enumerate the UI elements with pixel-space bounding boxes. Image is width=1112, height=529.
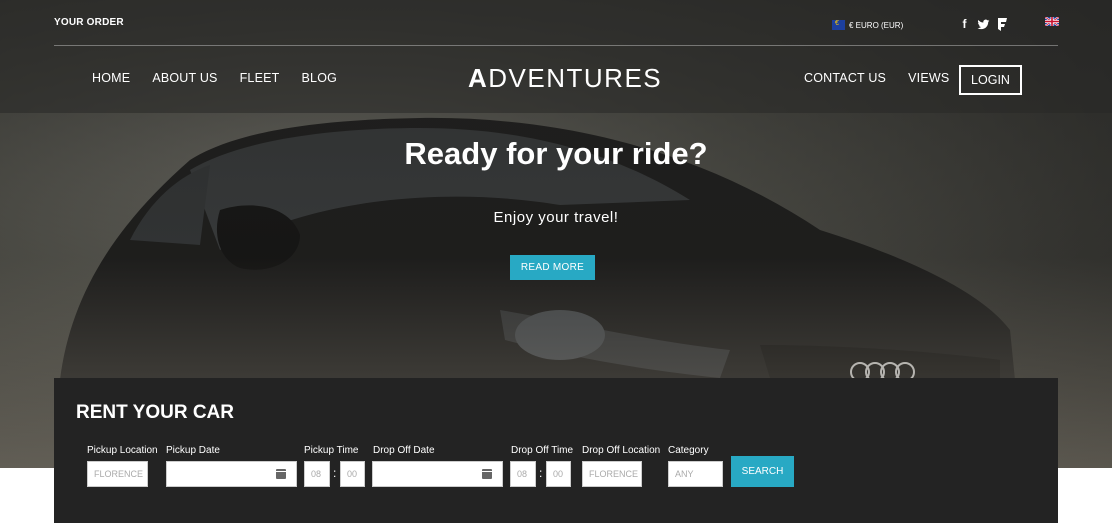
header-divider xyxy=(54,45,1058,46)
currency-label: € EURO (EUR) xyxy=(849,20,904,30)
nav-home[interactable]: HOME xyxy=(92,71,130,85)
currency-selector[interactable]: € EURO (EUR) xyxy=(832,20,903,30)
rent-title: RENT YOUR CAR xyxy=(76,402,234,423)
nav-contact-us[interactable]: CONTACT US xyxy=(804,71,886,85)
calendar-icon[interactable] xyxy=(482,469,492,479)
dropoff-date-label: Drop Off Date xyxy=(373,445,435,456)
foursquare-icon[interactable] xyxy=(996,18,1009,31)
uk-flag-icon[interactable] xyxy=(1045,17,1059,26)
category-label: Category xyxy=(668,445,709,456)
site-logo[interactable]: ADVENTURES xyxy=(468,63,662,94)
pickup-location-label: Pickup Location xyxy=(87,445,158,456)
hero-subline: Enjoy your travel! xyxy=(493,209,619,226)
main-nav-right: CONTACT US VIEWS xyxy=(804,71,949,85)
social-links: f xyxy=(958,18,1009,31)
rent-car-panel: RENT YOUR CAR Pickup Location FLORENCE P… xyxy=(54,378,1058,523)
search-button[interactable]: SEARCH xyxy=(731,456,794,487)
dropoff-date-input[interactable] xyxy=(372,461,503,487)
pickup-time-label: Pickup Time xyxy=(304,445,359,456)
nav-blog[interactable]: BLOG xyxy=(302,71,338,85)
hero-headline: Ready for your ride? xyxy=(404,136,708,171)
nav-fleet[interactable]: FLEET xyxy=(240,71,280,85)
login-button[interactable]: LOGIN xyxy=(959,65,1022,95)
read-more-button[interactable]: READ MORE xyxy=(510,255,595,280)
dropoff-time-label: Drop Off Time xyxy=(511,445,574,456)
pickup-location-input[interactable]: FLORENCE xyxy=(87,461,148,487)
dropoff-hour-select[interactable]: 08 xyxy=(510,461,536,487)
logo-initial: A xyxy=(468,63,489,93)
dropoff-minute-select[interactable]: 00 xyxy=(546,461,571,487)
category-select[interactable]: ANY xyxy=(668,461,723,487)
facebook-icon[interactable]: f xyxy=(958,18,971,31)
header: YOUR ORDER € EURO (EUR) f HOME ABOUT US … xyxy=(0,0,1112,113)
pickup-date-input[interactable] xyxy=(166,461,297,487)
eu-flag-icon xyxy=(832,20,845,30)
calendar-icon[interactable] xyxy=(276,469,286,479)
dropoff-location-input[interactable]: FLORENCE xyxy=(582,461,642,487)
twitter-icon[interactable] xyxy=(977,18,990,31)
your-order-link[interactable]: YOUR ORDER xyxy=(54,17,124,28)
time-separator: : xyxy=(333,466,337,480)
nav-about-us[interactable]: ABOUT US xyxy=(152,71,217,85)
time-separator: : xyxy=(539,466,543,480)
pickup-hour-select[interactable]: 08 xyxy=(304,461,330,487)
logo-text: DVENTURES xyxy=(488,63,663,93)
nav-views[interactable]: VIEWS xyxy=(908,71,949,85)
pickup-date-label: Pickup Date xyxy=(166,445,220,456)
main-nav-left: HOME ABOUT US FLEET BLOG xyxy=(92,71,337,85)
dropoff-location-label: Drop Off Location xyxy=(582,445,661,456)
pickup-minute-select[interactable]: 00 xyxy=(340,461,365,487)
